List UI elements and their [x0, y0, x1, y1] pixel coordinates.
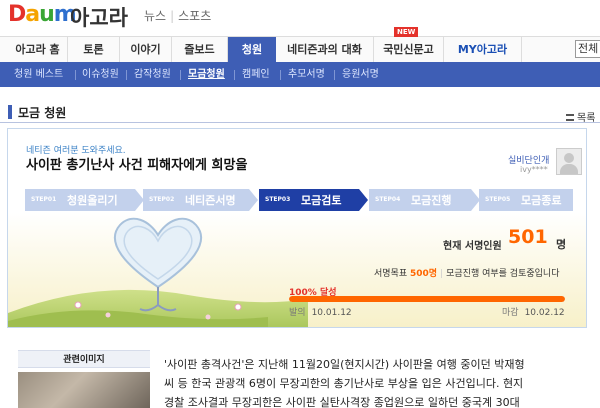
related-image-panel: 관련이미지 — [18, 350, 150, 408]
goal-value: 500명 — [410, 269, 438, 279]
agora-title[interactable]: 아고라 — [70, 2, 128, 32]
nav-netizen-talk[interactable]: 네티즌과의 대화 — [276, 37, 374, 63]
list-icon — [566, 114, 574, 121]
search-scope-select[interactable]: 전체 — [575, 40, 600, 58]
sub-nav: 청원 베스트 이슈청원 감작청원 모금청원 캠페인 추모서명 응원서명 — [0, 62, 600, 87]
new-badge: NEW — [394, 27, 419, 37]
sports-link[interactable]: 스포츠 — [178, 9, 211, 23]
step-1: STEP01 청원올리기 — [25, 189, 144, 211]
petition-steps: STEP01 청원올리기 STEP02 네티즌서명 STEP03 모금검토 STEP0… — [25, 189, 585, 211]
top-bar: Daum 아고라 뉴스 | 스포츠 — [0, 0, 600, 36]
step-4: STEP04 모금진행 — [369, 189, 480, 211]
goal-status: 모금진행 여부를 검토중입니다 — [446, 269, 560, 279]
step-3-current: STEP03 모금검토 — [259, 189, 368, 211]
page: Daum 아고라 뉴스 | 스포츠 아고라 홈 토론 이야기 즐보드 청원 네티즌과… — [0, 0, 600, 408]
nav-my-agora[interactable]: MY아고라 — [444, 37, 522, 63]
body-line: '사이판 총격사건'은 지난해 11월20일(현지시간) 사이판을 여행 중이던… — [164, 358, 525, 371]
goal-line: 서명목표 500명 | 모금진행 여부를 검토중입니다 — [374, 269, 560, 279]
signers-label: 현재 서명인원 — [443, 241, 502, 252]
body-line: 경찰 조사결과 무장괴한은 사이판 실탄사격장 종업원으로 일하던 중국계 30… — [164, 396, 520, 408]
daum-logo[interactable]: Daum — [8, 2, 77, 27]
author-id: ivy**** — [520, 165, 548, 174]
nav-petition[interactable]: 청원 — [228, 37, 276, 63]
body-line: 씨 등 한국 관광객 6명이 무장괴한의 총기난사로 부상을 입은 사건입니다.… — [164, 377, 524, 390]
progress-bar — [289, 296, 565, 302]
step-5: STEP05 모금종료 — [479, 189, 573, 211]
main-nav: 아고라 홈 토론 이야기 즐보드 청원 네티즌과의 대화 국민신문고 MY아고라 — [0, 36, 600, 63]
petition-body: '사이판 총격사건'은 지난해 11월20일(현지시간) 사이판을 여행 중이던… — [164, 355, 596, 408]
nav-sinmungo[interactable]: 국민신문고 — [374, 37, 444, 63]
subnav-memorial[interactable]: 추모서명 — [288, 62, 325, 87]
petition-title: 사이판 총기난사 사건 피해자에게 희망을 — [26, 158, 248, 173]
progress-fill — [289, 296, 565, 302]
subnav-issue[interactable]: 이슈청원 — [82, 62, 119, 87]
signers-count: 501 — [508, 226, 548, 248]
subnav-fundraising[interactable]: 모금청원 — [188, 62, 225, 87]
step-2: STEP02 네티즌서명 — [143, 189, 258, 211]
nav-agora-home[interactable]: 아고라 홈 — [8, 37, 68, 63]
subnav-campaign[interactable]: 캠페인 — [242, 62, 270, 87]
start-date: 발의 10.01.12 — [289, 308, 352, 318]
nav-story[interactable]: 이야기 — [120, 37, 172, 63]
nav-debate[interactable]: 토론 — [68, 37, 120, 63]
related-image-title: 관련이미지 — [18, 350, 150, 368]
nav-board[interactable]: 즐보드 — [172, 37, 228, 63]
subnav-gamjak[interactable]: 감작청원 — [134, 62, 171, 87]
subnav-support[interactable]: 응원서명 — [342, 62, 379, 87]
quick-links: 뉴스 | 스포츠 — [144, 9, 212, 23]
divider — [0, 122, 600, 123]
author-avatar[interactable] — [556, 148, 582, 175]
section-title-text: 모금 청원 — [18, 106, 67, 120]
section-title-bar — [8, 105, 12, 119]
news-link[interactable]: 뉴스 — [144, 9, 166, 23]
signers-unit: 명 — [556, 238, 567, 251]
petition-card: 네티즌 여러분 도와주세요. 사이판 총기난사 사건 피해자에게 희망을 실비단… — [7, 128, 587, 328]
subnav-best[interactable]: 청원 베스트 — [14, 62, 63, 87]
end-date: 마감 10.02.12 — [502, 308, 565, 318]
related-image-thumbnail[interactable] — [18, 372, 150, 408]
